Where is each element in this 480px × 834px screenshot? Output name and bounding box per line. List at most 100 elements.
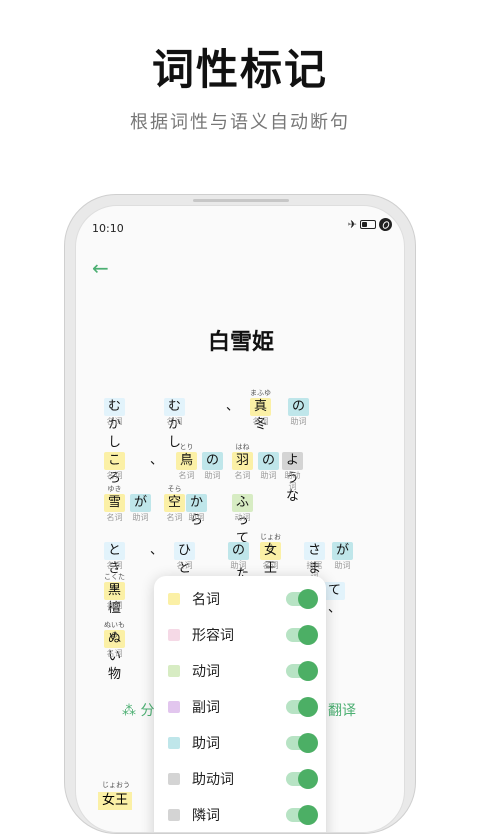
pos-filter-row: 动词: [168, 656, 318, 686]
phone-frame: 10:10 ✈ ← 白雪姫 むかし 名词 むかし 名词、まふゆ 真冬 名词の助词 ころ 名词、…: [64, 194, 416, 834]
token-word: 鳥: [176, 452, 198, 470]
pos-filter-toggle[interactable]: [286, 589, 318, 609]
token-ruby: ぬいもの: [104, 621, 125, 639]
pos-color-swatch: [168, 773, 180, 785]
token-word: むかし: [164, 398, 186, 450]
token-ruby: [146, 532, 167, 542]
token-pos: 名词: [106, 601, 123, 610]
word-token[interactable]: ゆき雪名词: [104, 484, 126, 522]
word-token[interactable]: 、: [146, 532, 167, 570]
token-ruby: [288, 388, 309, 398]
word-token[interactable]: こくたん黒檀名词: [104, 572, 126, 616]
pos-filter-toggle[interactable]: [286, 625, 318, 645]
token-ruby: はね: [235, 443, 250, 451]
word-token[interactable]: が助词: [332, 532, 354, 570]
token-word: の: [202, 452, 224, 470]
pos-filter-toggle[interactable]: [286, 769, 318, 789]
translate-button[interactable]: 翻译: [328, 700, 356, 720]
token-ruby: [228, 532, 249, 542]
token-ruby: [202, 442, 223, 452]
token-word: 空: [164, 494, 186, 512]
word-token[interactable]: むかし 名词: [104, 388, 126, 450]
status-time: 10:10: [92, 222, 124, 235]
word-token[interactable]: 、: [146, 442, 167, 480]
share-label: 分: [140, 703, 155, 719]
token-ruby: ゆき: [107, 485, 122, 493]
token-word: むかし: [104, 398, 126, 450]
token-word: 女王: [260, 542, 282, 576]
hero-title: 词性标记: [151, 45, 328, 94]
token-pos: 名词: [106, 649, 123, 658]
word-token[interactable]: じょおう女王名词: [260, 532, 282, 576]
word-token[interactable]: の助词: [288, 388, 310, 426]
battery-icon: [360, 220, 376, 229]
token-word: て 、: [324, 582, 346, 616]
token-pos: 名词: [106, 513, 123, 522]
token-word: の: [258, 452, 280, 470]
token-ruby: そら: [167, 485, 182, 493]
token-ruby: [304, 532, 325, 542]
token-pos: [146, 560, 167, 571]
pos-filter-label: 助词: [192, 736, 220, 752]
token-pos: 名词: [234, 471, 251, 480]
phone-screen: 10:10 ✈ ← 白雪姫 むかし 名词 むかし 名词、まふゆ 真冬 名词の助词 ころ 名词、…: [75, 205, 405, 833]
word-token[interactable]: ひとり名词: [174, 532, 195, 594]
token-pos: 助词: [260, 471, 277, 480]
word-token[interactable]: ような 助动词: [282, 442, 304, 504]
token-word: が: [332, 542, 354, 560]
token-pos: 接尾词: [306, 561, 323, 581]
pos-color-swatch: [168, 809, 180, 821]
bottom-word[interactable]: 女王: [98, 792, 133, 810]
token-word: 、: [150, 453, 164, 468]
data-saver-icon: [379, 218, 392, 231]
word-token[interactable]: まふゆ 真冬 名词: [250, 388, 272, 432]
word-token[interactable]: の助词: [202, 442, 224, 480]
status-icons: ✈: [348, 218, 392, 231]
word-token[interactable]: から 助词: [186, 484, 208, 528]
word-token[interactable]: ころ 名词: [104, 442, 126, 486]
pos-color-swatch: [168, 593, 180, 605]
pos-color-swatch: [168, 737, 180, 749]
token-ruby: [258, 442, 279, 452]
pos-filter-row: 助动词: [168, 764, 318, 794]
word-token[interactable]: ふっていた动词: [232, 484, 254, 582]
token-pos: 助词: [230, 561, 247, 570]
pos-filter-toggle[interactable]: [286, 805, 318, 825]
pos-filter-toggle[interactable]: [286, 733, 318, 753]
word-token[interactable]: 、: [222, 388, 243, 426]
pos-filter-label: 动词: [192, 664, 220, 680]
token-ruby: こくたん: [104, 573, 125, 591]
word-token[interactable]: て 、: [324, 572, 346, 616]
word-token[interactable]: とり鳥名词: [176, 442, 198, 480]
token-pos: 名词: [106, 561, 123, 570]
word-token[interactable]: が助词: [130, 484, 152, 522]
word-token[interactable]: はね羽名词: [232, 442, 254, 480]
toggle-knob: [298, 661, 318, 681]
share-button[interactable]: ⁂ 分: [122, 700, 154, 720]
token-pos: [222, 416, 243, 427]
airplane-icon: ✈: [347, 218, 357, 231]
toggle-knob: [298, 589, 318, 609]
token-pos: 助词: [290, 417, 307, 426]
word-token[interactable]: さま接尾词: [304, 532, 326, 581]
pos-filter-toggle[interactable]: [286, 661, 318, 681]
pos-color-swatch: [168, 629, 180, 641]
toggle-knob: [298, 733, 318, 753]
word-token[interactable]: の助词: [258, 442, 280, 480]
token-pos: 名词: [178, 471, 195, 480]
word-token[interactable]: そら空名词: [164, 484, 186, 522]
word-token[interactable]: むかし 名词: [164, 388, 186, 450]
share-icon: ⁂: [122, 703, 136, 719]
pos-filter-toggle[interactable]: [286, 697, 318, 717]
back-arrow-icon[interactable]: ←: [92, 256, 109, 280]
token-ruby: [332, 532, 353, 542]
word-token[interactable]: の助词: [228, 532, 250, 570]
token-pos: 助动词: [284, 471, 301, 491]
token-word: 黒檀: [104, 582, 126, 616]
word-token[interactable]: とき 名词: [104, 532, 126, 576]
token-pos: 名词: [106, 471, 123, 480]
word-token[interactable]: ぬいものぬい物名词: [104, 620, 126, 682]
token-pos: 助词: [132, 513, 149, 522]
pos-filter-label: 隣词: [192, 808, 220, 824]
pos-filter-row: 形容词: [168, 620, 318, 650]
